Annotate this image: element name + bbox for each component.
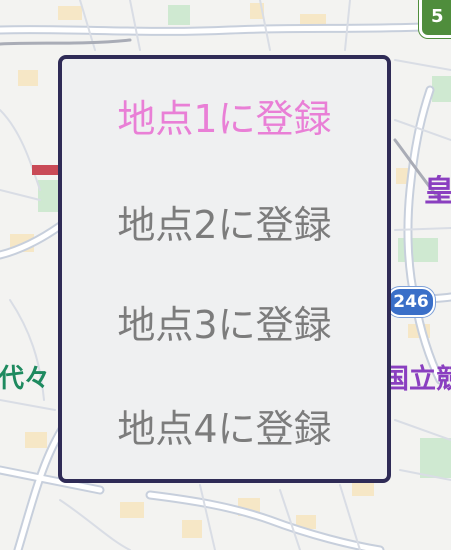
menu-item-register-location-1[interactable]: 地点1に登録 [62,69,387,169]
route-5-shield: 5 [419,0,451,38]
map-label-yoyogi: 代々 [0,364,51,394]
map-screen: 代々 皇 国立競 246 5 地点1に登録 地点2に登録 地点3に登録 地点4に… [0,0,451,550]
register-location-menu: 地点1に登録 地点2に登録 地点3に登録 地点4に登録 [58,55,391,483]
map-label-kokuritsu: 国立競 [382,364,451,395]
route-5-shield-label: 5 [431,6,444,27]
menu-item-register-location-3[interactable]: 地点3に登録 [62,275,387,375]
route-246-shield: 246 [387,287,435,317]
menu-item-register-location-2[interactable]: 地点2に登録 [62,175,387,275]
map-label-koukyo: 皇 [424,174,451,209]
map-marker-red [32,165,60,175]
menu-item-register-location-4[interactable]: 地点4に登録 [62,379,387,479]
